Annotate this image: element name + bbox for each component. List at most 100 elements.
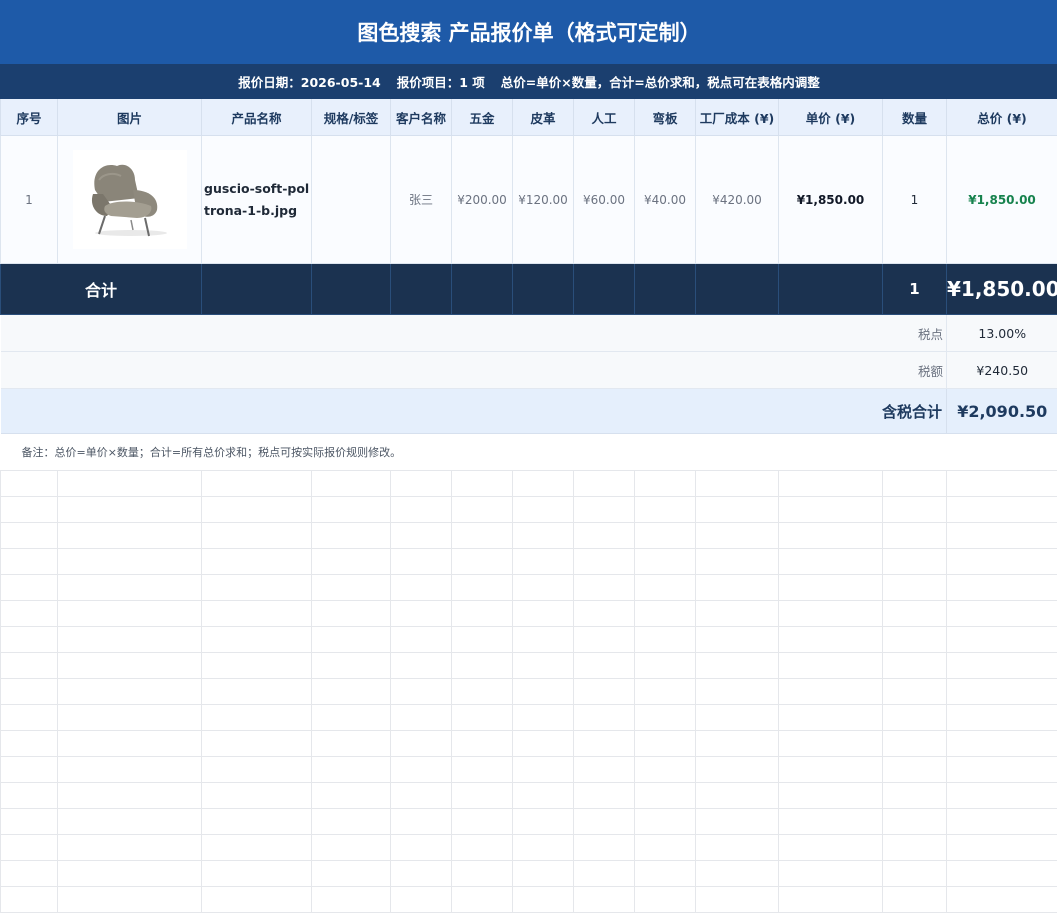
empty-cell[interactable] [883,549,947,575]
empty-cell[interactable] [779,757,883,783]
empty-cell[interactable] [202,861,312,887]
empty-cell[interactable] [452,523,513,549]
empty-cell[interactable] [574,601,635,627]
empty-cell[interactable] [58,731,202,757]
empty-cell[interactable] [883,627,947,653]
empty-cell[interactable] [574,471,635,497]
empty-cell[interactable] [312,861,391,887]
empty-cell[interactable] [312,705,391,731]
empty-cell[interactable] [574,809,635,835]
empty-cell[interactable] [947,471,1057,497]
cell-seq[interactable]: 1 [1,136,58,264]
empty-cell[interactable] [947,887,1057,913]
empty-cell[interactable] [202,809,312,835]
empty-cell[interactable] [202,835,312,861]
empty-cell[interactable] [58,471,202,497]
empty-cell[interactable] [391,679,452,705]
cell-qty[interactable]: 1 [883,136,947,264]
empty-cell[interactable] [202,783,312,809]
empty-cell[interactable] [202,549,312,575]
empty-cell[interactable] [947,575,1057,601]
empty-cell[interactable] [696,523,779,549]
empty-cell[interactable] [1,575,58,601]
empty-cell[interactable] [312,809,391,835]
empty-cell[interactable] [312,731,391,757]
empty-cell[interactable] [1,861,58,887]
empty-cell[interactable] [1,601,58,627]
empty-cell[interactable] [947,783,1057,809]
empty-cell[interactable] [696,497,779,523]
empty-cell[interactable] [452,809,513,835]
empty-cell[interactable] [1,653,58,679]
empty-cell[interactable] [1,523,58,549]
empty-cell[interactable] [696,757,779,783]
empty-cell[interactable] [202,471,312,497]
empty-cell[interactable] [883,575,947,601]
empty-cell[interactable] [513,731,574,757]
empty-cell[interactable] [58,627,202,653]
empty-cell[interactable] [883,705,947,731]
empty-cell[interactable] [574,575,635,601]
cell-image[interactable] [58,136,202,264]
empty-cell[interactable] [391,471,452,497]
empty-cell[interactable] [513,627,574,653]
empty-cell[interactable] [779,627,883,653]
empty-cell[interactable] [58,705,202,731]
empty-cell[interactable] [452,497,513,523]
empty-cell[interactable] [696,861,779,887]
empty-cell[interactable] [391,731,452,757]
empty-cell[interactable] [312,601,391,627]
empty-cell[interactable] [58,887,202,913]
empty-cell[interactable] [779,549,883,575]
empty-cell[interactable] [58,523,202,549]
empty-cell[interactable] [1,809,58,835]
empty-cell[interactable] [635,471,696,497]
empty-cell[interactable] [635,575,696,601]
tax-rate-value[interactable]: 13.00% [947,315,1057,352]
empty-cell[interactable] [947,731,1057,757]
empty-cell[interactable] [779,705,883,731]
empty-cell[interactable] [779,653,883,679]
empty-cell[interactable] [58,653,202,679]
empty-cell[interactable] [883,783,947,809]
empty-cell[interactable] [883,887,947,913]
empty-cell[interactable] [58,783,202,809]
empty-cell[interactable] [202,653,312,679]
empty-cell[interactable] [452,601,513,627]
table-row[interactable]: 1 guscio-soft-poltrona-1-b.jpg 张三 [1,136,1057,264]
empty-cell[interactable] [452,731,513,757]
empty-cell[interactable] [513,809,574,835]
empty-cell[interactable] [574,679,635,705]
empty-cell[interactable] [452,549,513,575]
empty-cell[interactable] [58,835,202,861]
empty-cell[interactable] [1,679,58,705]
empty-cell[interactable] [391,549,452,575]
empty-cell[interactable] [635,549,696,575]
empty-cell[interactable] [513,523,574,549]
empty-cell[interactable] [391,497,452,523]
empty-cell[interactable] [779,575,883,601]
empty-cell[interactable] [696,705,779,731]
empty-cell[interactable] [202,731,312,757]
empty-cell[interactable] [635,497,696,523]
empty-cell[interactable] [202,679,312,705]
cell-customer[interactable]: 张三 [391,136,452,264]
empty-cell[interactable] [574,627,635,653]
empty-cell[interactable] [947,809,1057,835]
empty-cell[interactable] [202,627,312,653]
empty-cell[interactable] [635,809,696,835]
empty-cell[interactable] [58,861,202,887]
empty-cell[interactable] [513,835,574,861]
cell-spec[interactable] [312,136,391,264]
empty-cell[interactable] [779,731,883,757]
empty-cell[interactable] [635,731,696,757]
empty-cell[interactable] [312,783,391,809]
empty-cell[interactable] [947,549,1057,575]
empty-cell[interactable] [947,601,1057,627]
empty-cell[interactable] [635,653,696,679]
empty-cell[interactable] [883,523,947,549]
empty-cell[interactable] [513,471,574,497]
empty-cell[interactable] [635,705,696,731]
empty-cell[interactable] [696,471,779,497]
empty-cell[interactable] [1,783,58,809]
